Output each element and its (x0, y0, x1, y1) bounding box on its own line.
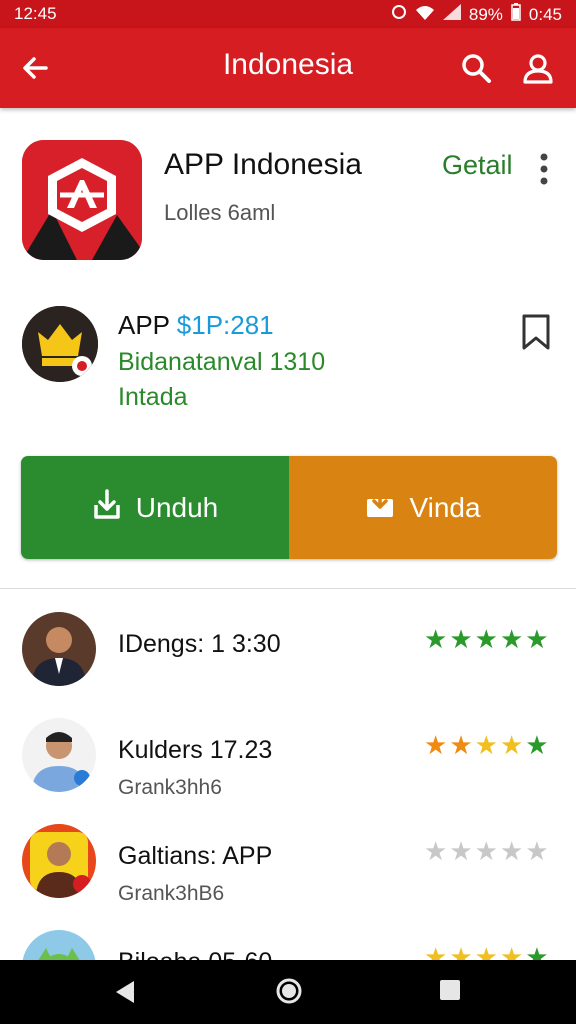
alarm-icon (391, 4, 407, 25)
wifi-icon (415, 4, 435, 25)
bookmark-icon[interactable] (518, 312, 554, 352)
list-item[interactable]: Galtians: APP Grank3hB6 ★ ★ ★ ★ ★ (0, 812, 576, 912)
list-item[interactable]: IDengs: 1 3:30 ★ ★ ★ ★ ★ (0, 600, 576, 700)
download-icon (92, 487, 122, 528)
promo-avatar (22, 306, 98, 382)
review-meta: Grank3hh6 (118, 776, 222, 799)
signal-icon (442, 4, 461, 25)
star-icon: ★ (449, 624, 473, 654)
nav-recents-icon[interactable] (438, 978, 462, 1007)
download-icon (365, 489, 395, 526)
avatar (22, 824, 96, 898)
star-icon: ★ (499, 730, 524, 760)
star-icon: ★ (424, 624, 448, 654)
app-subtitle: Lolles 6aml (164, 200, 276, 225)
star-icon: ★ (424, 836, 448, 866)
search-icon[interactable] (458, 50, 494, 86)
list-item[interactable]: Kulders 17.23 Grank3hh6 ★ ★ ★ ★ ★ (0, 706, 576, 806)
promo-title-prefix: APP (118, 310, 177, 340)
star-icon: ★ (449, 836, 473, 866)
nav-home-icon[interactable] (274, 976, 304, 1011)
rating-stars: ★ ★ ★ ★ ★ (424, 626, 549, 652)
rating-stars: ★ ★ ★ ★ ★ (424, 838, 549, 864)
star-icon: ★ (449, 730, 473, 760)
review-title: IDengs: 1 3:30 (118, 630, 281, 658)
app-logo[interactable] (22, 140, 142, 260)
review-title: Galtians: APP (118, 842, 273, 870)
nav-back-icon[interactable] (112, 978, 138, 1011)
status-bar: 12:45 89% 0:45 (0, 0, 576, 28)
app-name: APP Indonesia (164, 148, 362, 181)
action-buttons: Unduh Vinda (21, 456, 557, 559)
star-icon: ★ (499, 624, 524, 654)
detail-link[interactable]: Getail (442, 150, 513, 181)
battery-percent: 89% (468, 4, 503, 24)
star-icon: ★ (474, 730, 498, 760)
promo-card[interactable]: APP $1P:281 Bidanatanval 1310 Intada (0, 290, 576, 450)
star-icon: ★ (525, 836, 549, 866)
status-time-right: 0:45 (528, 4, 562, 24)
secondary-button[interactable]: Vinda (289, 456, 557, 559)
avatar (22, 612, 96, 686)
review-meta: Grank3hB6 (118, 882, 225, 905)
battery-icon (511, 3, 521, 26)
more-vert-icon[interactable] (532, 152, 556, 186)
avatar (22, 718, 96, 792)
promo-line-3: Intada (118, 383, 188, 411)
star-icon: ★ (474, 624, 498, 654)
account-icon[interactable] (520, 50, 556, 86)
star-icon: ★ (424, 730, 448, 760)
download-button-label: Unduh (135, 491, 219, 523)
app-header: APP Indonesia Lolles 6aml Getail (0, 108, 576, 288)
rating-stars: ★ ★ ★ ★ ★ (424, 732, 549, 758)
review-title: Kulders 17.23 (118, 736, 273, 764)
system-nav-bar (0, 960, 576, 1024)
star-icon: ★ (525, 730, 549, 760)
star-icon: ★ (525, 624, 549, 654)
status-time-left: 12:45 (14, 4, 57, 23)
promo-price: $1P:281 (176, 310, 274, 340)
divider (0, 588, 576, 589)
star-icon: ★ (499, 836, 524, 866)
download-button[interactable]: Unduh (21, 456, 289, 559)
promo-line-2: Bidanatanval 1310 (118, 348, 326, 376)
star-icon: ★ (474, 836, 498, 866)
secondary-button-label: Vinda (409, 491, 481, 523)
promo-title: APP $1P:281 (118, 310, 274, 341)
app-bar: Indonesia (0, 28, 576, 108)
